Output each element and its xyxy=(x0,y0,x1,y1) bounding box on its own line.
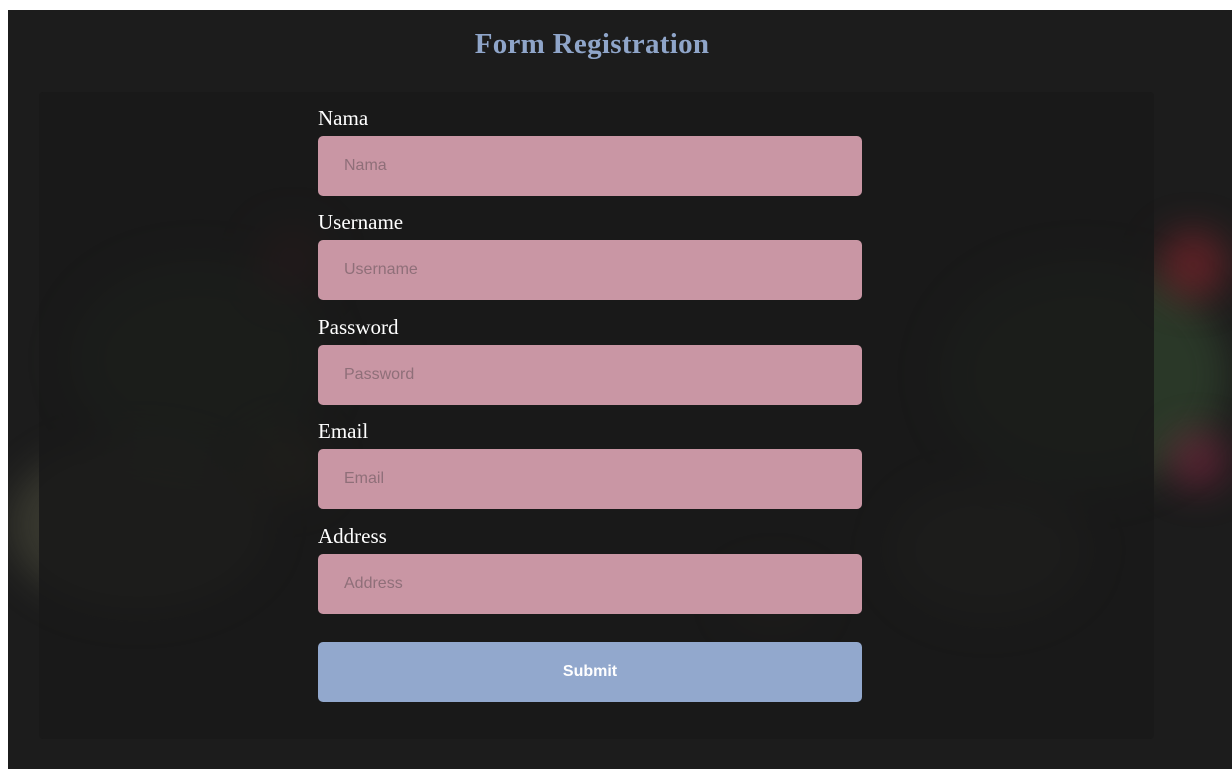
field-username: Username xyxy=(318,210,862,300)
registration-form: Nama Username Password Email Address Sub… xyxy=(39,92,1154,739)
username-input[interactable] xyxy=(318,240,862,300)
submit-button[interactable]: Submit xyxy=(318,642,862,702)
email-label: Email xyxy=(318,419,369,443)
username-label: Username xyxy=(318,210,404,234)
field-address: Address xyxy=(318,524,862,614)
address-label: Address xyxy=(318,524,387,548)
page-title: Form Registration xyxy=(474,28,710,60)
nama-input[interactable] xyxy=(318,136,862,196)
password-input[interactable] xyxy=(318,345,862,405)
field-nama: Nama xyxy=(318,106,862,196)
nama-label: Nama xyxy=(318,106,369,130)
page-container: Form Registration Nama Username Password… xyxy=(8,10,1232,769)
email-input[interactable] xyxy=(318,449,862,509)
address-input[interactable] xyxy=(318,554,862,614)
password-label: Password xyxy=(318,315,399,339)
field-password: Password xyxy=(318,315,862,405)
field-email: Email xyxy=(318,419,862,509)
